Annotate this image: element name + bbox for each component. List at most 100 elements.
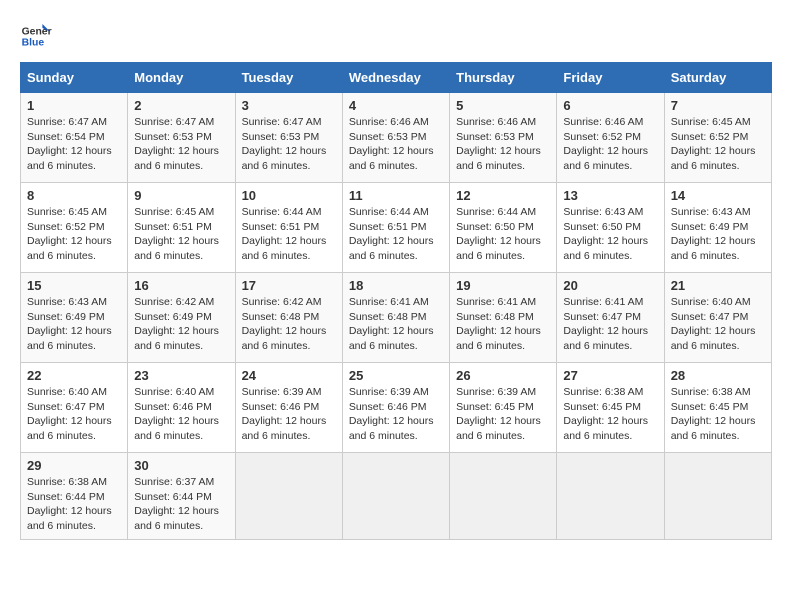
day-info: Sunrise: 6:43 AM Sunset: 6:49 PM Dayligh… [27, 295, 121, 354]
day-number: 17 [242, 278, 336, 293]
day-number: 11 [349, 188, 443, 203]
day-info: Sunrise: 6:39 AM Sunset: 6:45 PM Dayligh… [456, 385, 550, 444]
day-number: 18 [349, 278, 443, 293]
day-number: 15 [27, 278, 121, 293]
calendar-cell: 27 Sunrise: 6:38 AM Sunset: 6:45 PM Dayli… [557, 363, 664, 453]
calendar-cell: 29 Sunrise: 6:38 AM Sunset: 6:44 PM Dayli… [21, 453, 128, 540]
day-number: 10 [242, 188, 336, 203]
day-number: 16 [134, 278, 228, 293]
weekday-header-wednesday: Wednesday [342, 63, 449, 93]
calendar-cell: 21Sunrise: 6:40 AM Sunset: 6:47 PM Dayli… [664, 273, 771, 363]
day-info: Sunrise: 6:39 AM Sunset: 6:46 PM Dayligh… [242, 385, 336, 444]
calendar-cell: 19 Sunrise: 6:41 AM Sunset: 6:48 PM Dayli… [450, 273, 557, 363]
weekday-header-thursday: Thursday [450, 63, 557, 93]
calendar-cell: 22Sunrise: 6:40 AM Sunset: 6:47 PM Dayli… [21, 363, 128, 453]
day-info: Sunrise: 6:39 AM Sunset: 6:46 PM Dayligh… [349, 385, 443, 444]
calendar-week-row: 15 Sunrise: 6:43 AM Sunset: 6:49 PM Dayli… [21, 273, 772, 363]
weekday-header-sunday: Sunday [21, 63, 128, 93]
day-number: 25 [349, 368, 443, 383]
day-number: 12 [456, 188, 550, 203]
calendar-cell: 4Sunrise: 6:46 AM Sunset: 6:53 PM Daylig… [342, 93, 449, 183]
weekday-header-friday: Friday [557, 63, 664, 93]
calendar-cell: 3 Sunrise: 6:47 AM Sunset: 6:53 PM Daylig… [235, 93, 342, 183]
day-number: 4 [349, 98, 443, 113]
calendar-cell: 8 Sunrise: 6:45 AM Sunset: 6:52 PM Daylig… [21, 183, 128, 273]
day-info: Sunrise: 6:38 AM Sunset: 6:45 PM Dayligh… [671, 385, 765, 444]
calendar-cell: 12 Sunrise: 6:44 AM Sunset: 6:50 PM Dayli… [450, 183, 557, 273]
day-info: Sunrise: 6:42 AM Sunset: 6:49 PM Dayligh… [134, 295, 228, 354]
calendar-cell: 11 Sunrise: 6:44 AM Sunset: 6:51 PM Dayli… [342, 183, 449, 273]
day-number: 7 [671, 98, 765, 113]
day-number: 1 [27, 98, 121, 113]
day-number: 24 [242, 368, 336, 383]
calendar-cell [557, 453, 664, 540]
day-info: Sunrise: 6:41 AM Sunset: 6:48 PM Dayligh… [456, 295, 550, 354]
day-info: Sunrise: 6:44 AM Sunset: 6:50 PM Dayligh… [456, 205, 550, 264]
day-number: 8 [27, 188, 121, 203]
day-number: 26 [456, 368, 550, 383]
day-info: Sunrise: 6:37 AM Sunset: 6:44 PM Dayligh… [134, 475, 228, 534]
weekday-header-monday: Monday [128, 63, 235, 93]
calendar-cell: 13 Sunrise: 6:43 AM Sunset: 6:50 PM Dayli… [557, 183, 664, 273]
day-info: Sunrise: 6:42 AM Sunset: 6:48 PM Dayligh… [242, 295, 336, 354]
day-info: Sunrise: 6:47 AM Sunset: 6:53 PM Dayligh… [242, 115, 336, 174]
day-number: 23 [134, 368, 228, 383]
calendar-cell: 9 Sunrise: 6:45 AM Sunset: 6:51 PM Daylig… [128, 183, 235, 273]
calendar-cell [450, 453, 557, 540]
calendar-week-row: 8 Sunrise: 6:45 AM Sunset: 6:52 PM Daylig… [21, 183, 772, 273]
day-info: Sunrise: 6:41 AM Sunset: 6:47 PM Dayligh… [563, 295, 657, 354]
day-info: Sunrise: 6:46 AM Sunset: 6:53 PM Dayligh… [456, 115, 550, 174]
day-info: Sunrise: 6:44 AM Sunset: 6:51 PM Dayligh… [349, 205, 443, 264]
calendar-week-row: 22Sunrise: 6:40 AM Sunset: 6:47 PM Dayli… [21, 363, 772, 453]
calendar-cell: 25 Sunrise: 6:39 AM Sunset: 6:46 PM Dayli… [342, 363, 449, 453]
day-info: Sunrise: 6:40 AM Sunset: 6:46 PM Dayligh… [134, 385, 228, 444]
calendar-cell: 7 Sunrise: 6:45 AM Sunset: 6:52 PM Daylig… [664, 93, 771, 183]
weekday-header-tuesday: Tuesday [235, 63, 342, 93]
day-info: Sunrise: 6:45 AM Sunset: 6:52 PM Dayligh… [27, 205, 121, 264]
calendar-cell: 30 Sunrise: 6:37 AM Sunset: 6:44 PM Dayli… [128, 453, 235, 540]
day-number: 9 [134, 188, 228, 203]
day-info: Sunrise: 6:45 AM Sunset: 6:52 PM Dayligh… [671, 115, 765, 174]
day-info: Sunrise: 6:38 AM Sunset: 6:45 PM Dayligh… [563, 385, 657, 444]
day-number: 2 [134, 98, 228, 113]
calendar-cell: 15 Sunrise: 6:43 AM Sunset: 6:49 PM Dayli… [21, 273, 128, 363]
day-info: Sunrise: 6:45 AM Sunset: 6:51 PM Dayligh… [134, 205, 228, 264]
day-number: 14 [671, 188, 765, 203]
calendar-cell: 14 Sunrise: 6:43 AM Sunset: 6:49 PM Dayli… [664, 183, 771, 273]
day-number: 27 [563, 368, 657, 383]
day-number: 5 [456, 98, 550, 113]
calendar-cell: 17 Sunrise: 6:42 AM Sunset: 6:48 PM Dayli… [235, 273, 342, 363]
day-info: Sunrise: 6:47 AM Sunset: 6:53 PM Dayligh… [134, 115, 228, 174]
day-number: 29 [27, 458, 121, 473]
calendar-cell [235, 453, 342, 540]
calendar-table: SundayMondayTuesdayWednesdayThursdayFrid… [20, 62, 772, 540]
svg-text:General: General [22, 26, 52, 37]
calendar-cell: 16 Sunrise: 6:42 AM Sunset: 6:49 PM Dayli… [128, 273, 235, 363]
day-info: Sunrise: 6:38 AM Sunset: 6:44 PM Dayligh… [27, 475, 121, 534]
calendar-cell: 24 Sunrise: 6:39 AM Sunset: 6:46 PM Dayli… [235, 363, 342, 453]
calendar-cell: 28 Sunrise: 6:38 AM Sunset: 6:45 PM Dayli… [664, 363, 771, 453]
calendar-cell: 6Sunrise: 6:46 AM Sunset: 6:52 PM Daylig… [557, 93, 664, 183]
calendar-cell: 10 Sunrise: 6:44 AM Sunset: 6:51 PM Dayli… [235, 183, 342, 273]
day-number: 13 [563, 188, 657, 203]
calendar-week-row: 1Sunrise: 6:47 AM Sunset: 6:54 PM Daylig… [21, 93, 772, 183]
calendar-cell: 5 Sunrise: 6:46 AM Sunset: 6:53 PM Daylig… [450, 93, 557, 183]
day-info: Sunrise: 6:43 AM Sunset: 6:49 PM Dayligh… [671, 205, 765, 264]
calendar-cell [664, 453, 771, 540]
day-number: 19 [456, 278, 550, 293]
day-info: Sunrise: 6:41 AM Sunset: 6:48 PM Dayligh… [349, 295, 443, 354]
day-number: 28 [671, 368, 765, 383]
day-number: 6 [563, 98, 657, 113]
day-info: Sunrise: 6:40 AM Sunset: 6:47 PM Dayligh… [671, 295, 765, 354]
calendar-cell [342, 453, 449, 540]
calendar-cell: 2 Sunrise: 6:47 AM Sunset: 6:53 PM Daylig… [128, 93, 235, 183]
day-info: Sunrise: 6:44 AM Sunset: 6:51 PM Dayligh… [242, 205, 336, 264]
calendar-cell: 20 Sunrise: 6:41 AM Sunset: 6:47 PM Dayli… [557, 273, 664, 363]
calendar-cell: 23 Sunrise: 6:40 AM Sunset: 6:46 PM Dayli… [128, 363, 235, 453]
calendar-cell: 18 Sunrise: 6:41 AM Sunset: 6:48 PM Dayli… [342, 273, 449, 363]
weekday-header-saturday: Saturday [664, 63, 771, 93]
day-info: Sunrise: 6:43 AM Sunset: 6:50 PM Dayligh… [563, 205, 657, 264]
day-number: 30 [134, 458, 228, 473]
day-number: 20 [563, 278, 657, 293]
day-number: 3 [242, 98, 336, 113]
